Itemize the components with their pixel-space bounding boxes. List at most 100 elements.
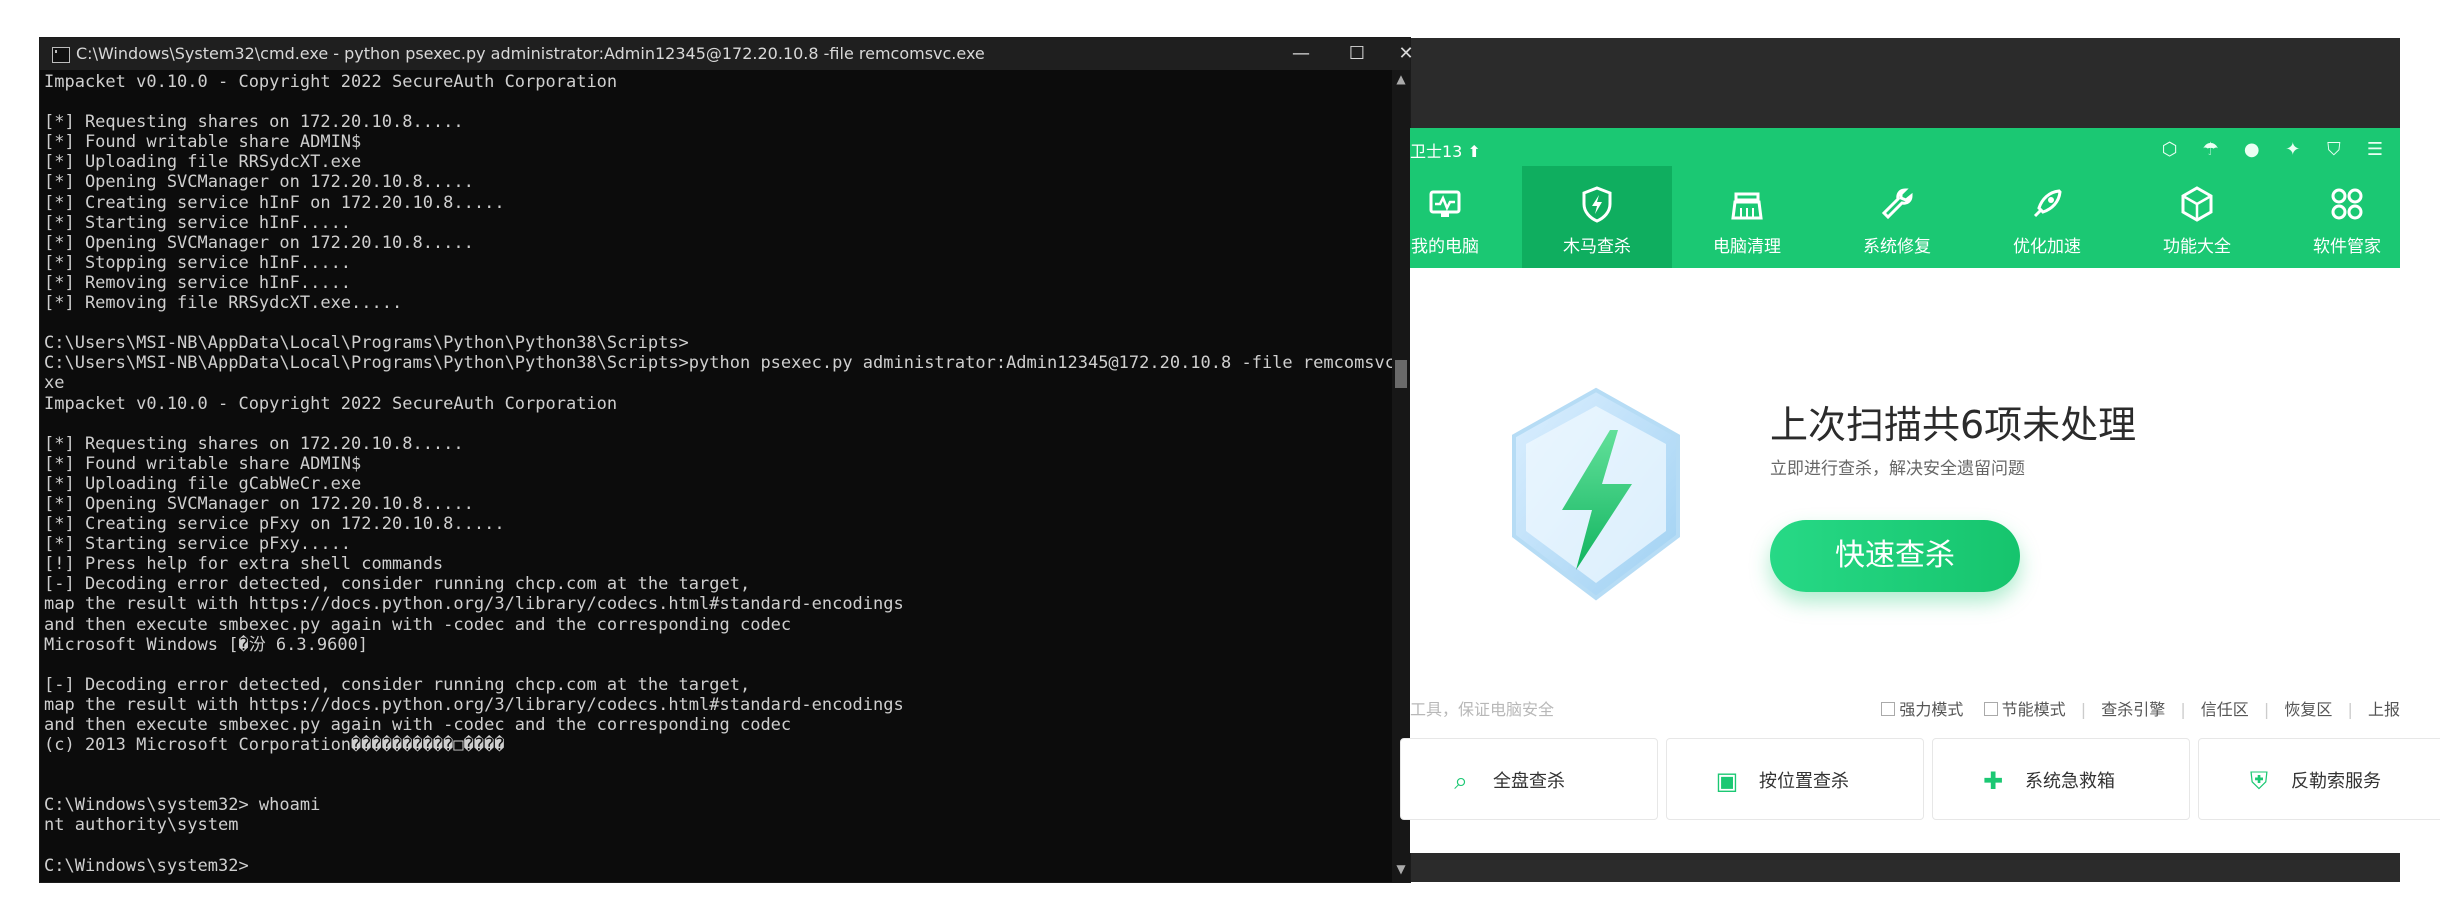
avatar-icon[interactable]: ● [2239,138,2265,162]
divider: | [2263,700,2270,719]
console-line: (c) 2013 Microsoft Corporation����������… [44,735,505,756]
console-output[interactable]: Impacket v0.10.0 - Copyright 2022 Secure… [44,72,1394,878]
top-icon-bar: ⬡ ☂ ● ✦ ⛉ ☰ [2147,138,2388,162]
tab-trojan-scan[interactable]: 木马查杀 [1522,166,1672,268]
console-line: [*] Opening SVCManager on 172.20.10.8...… [44,172,474,193]
skin-icon[interactable]: ✦ [2280,138,2306,162]
tab-optimize[interactable]: 优化加速 [1972,166,2122,268]
first-aid-icon: ✚ [1982,767,2004,795]
folder-scan-icon: ▣ [1715,767,1739,795]
tab-label: 软件管家 [2313,237,2381,257]
tab-features[interactable]: 功能大全 [2122,166,2272,268]
tool-first-aid[interactable]: ✚ 系统急救箱 [1932,738,2190,820]
shirt-icon[interactable]: ⛉ [2321,138,2347,162]
console-line: [*] Requesting shares on 172.20.10.8....… [44,433,464,454]
console-line: [*] Uploading file RRSydcXT.exe [44,152,362,173]
close-button[interactable]: ✕ [1378,38,1434,70]
tab-label: 优化加速 [2013,237,2081,257]
scroll-down-arrow-icon[interactable]: ▼ [1392,862,1410,880]
console-line: [*] Opening SVCManager on 172.20.10.8...… [44,232,474,253]
power-mode-label[interactable]: 节能模式 [2002,700,2066,719]
trust-zone-link[interactable]: 信任区 [2201,700,2249,719]
scan-options: 强力模式 节能模式 | 查杀引擎 | 信任区 | 恢复区 | 上报 [1881,696,2400,720]
brand-label: 卫士13 ⬆ [1410,142,1481,161]
console-line: Impacket v0.10.0 - Copyright 2022 Secure… [44,393,618,414]
console-line: C:\Users\MSI-NB\AppData\Local\Programs\P… [44,333,689,354]
scroll-up-arrow-icon[interactable]: ▲ [1392,72,1410,90]
console-line: and then execute smbexec.py again with -… [44,715,792,735]
tools-hint: 工具，保证电脑安全 [1410,700,1555,719]
console-line: [*] Starting service hInF..... [44,212,352,233]
console-line: Impacket v0.10.0 - Copyright 2022 Secure… [44,72,618,92]
console-line: [*] Removing service hInF..... [44,272,352,293]
settings-badge-icon[interactable]: ⬡ [2157,138,2183,162]
tab-my-computer[interactable]: 我的电脑 [1370,166,1520,268]
umbrella-icon[interactable]: ☂ [2198,138,2224,162]
divider: | [2180,700,2186,719]
protection-shield-icon [1512,387,1680,601]
shield-lock-icon: ⛨ [2250,767,2268,795]
menu-icon[interactable]: ☰ [2362,138,2388,162]
monitor-icon [1429,190,1461,217]
strong-mode-label[interactable]: 强力模式 [1899,700,1963,719]
tab-software-manager[interactable]: 软件管家 [2272,166,2422,268]
scan-status-subtitle: 立即进行查杀，解决安全遗留问题 [1770,459,2025,479]
scroll-thumb[interactable] [1395,360,1407,388]
console-line: [*] Uploading file gCabWeCr.exe [44,473,362,494]
tab-system-repair[interactable]: 系统修复 [1822,166,1972,268]
minimize-button[interactable]: — [1273,38,1329,70]
tool-location-scan[interactable]: ▣ 按位置查杀 [1666,738,1924,820]
console-line: nt authority\system [44,815,239,836]
upload-link[interactable]: 上报 [2368,700,2400,719]
security-window[interactable]: 卫士13 ⬆ ⬡ ☂ ● ✦ ⛉ ☰ 我的电脑 木马查杀 电脑清理 系统修复 优… [1400,128,2440,853]
console-line: map the result with https://docs.python.… [44,694,904,715]
strong-mode-checkbox[interactable] [1881,702,1896,716]
engine-link[interactable]: 查杀引擎 [2101,700,2165,719]
cube-icon [2181,186,2213,222]
cmd-app-icon [52,47,70,63]
console-line: [*] Removing file RRSydcXT.exe..... [44,293,403,314]
tool-full-scan[interactable]: ⌕ 全盘查杀 [1400,738,1658,820]
wrench-icon [1881,188,1913,220]
restore-zone-link[interactable]: 恢复区 [2284,700,2332,719]
tool-label: 反勒索服务 [2291,771,2381,792]
tab-label: 系统修复 [1863,237,1931,257]
broom-icon [1731,192,1763,220]
console-line: map the result with https://docs.python.… [44,594,904,615]
tab-cleanup[interactable]: 电脑清理 [1672,166,1822,268]
console-line: [-] Decoding error detected, consider ru… [44,674,751,695]
console-line: [*] Creating service hInF on 172.20.10.8… [44,192,505,213]
console-line: and then execute smbexec.py again with -… [44,614,792,635]
cmd-title-bar[interactable]: C:\Windows\System32\cmd.exe - python pse… [40,38,1414,70]
console-line: C:\Windows\system32> [44,855,249,876]
maximize-button[interactable]: ☐ [1329,38,1385,70]
tool-label: 系统急救箱 [2025,771,2115,792]
power-mode-checkbox[interactable] [1983,702,1998,716]
rocket-icon [2033,189,2062,218]
console-line: C:\Windows\system32> whoami [44,795,321,816]
console-line: Microsoft Windows [�汾 6.3.9600] [44,634,369,655]
cmd-title-text: C:\Windows\System32\cmd.exe - python pse… [76,44,985,63]
quick-scan-button[interactable]: 快速查杀 [1770,520,2020,592]
cmd-window[interactable]: C:\Windows\System32\cmd.exe - python pse… [40,38,1414,882]
console-line: [*] Creating service pFxy on 172.20.10.8… [44,514,505,535]
console-line: [*] Opening SVCManager on 172.20.10.8...… [44,493,474,514]
console-line: xe [44,373,65,394]
divider: | [2080,700,2087,719]
scan-status-title: 上次扫描共6项未处理 [1770,403,2137,447]
console-line: [-] Decoding error detected, consider ru… [44,574,751,595]
scan-disk-icon: ⌕ [1454,767,1468,795]
tool-ransomware-service[interactable]: ⛨ 反勒索服务 [2198,738,2440,820]
divider: | [2347,700,2353,719]
top-navigation: 卫士13 ⬆ ⬡ ☂ ● ✦ ⛉ ☰ 我的电脑 木马查杀 电脑清理 系统修复 优… [1410,128,2400,268]
console-line: [*] Starting service pFxy..... [44,534,352,555]
shield-bolt-icon [1582,186,1612,223]
console-line: [*] Stopping service hInF..... [44,252,352,273]
